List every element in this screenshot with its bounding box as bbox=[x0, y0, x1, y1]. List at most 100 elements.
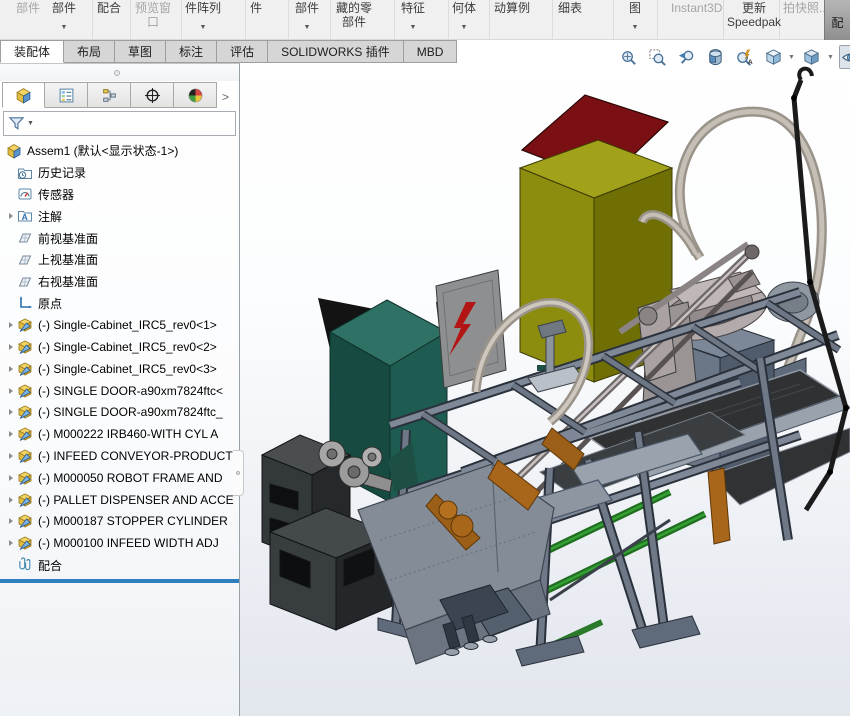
tree-item[interactable]: (-) SINGLE DOOR-a90xm7824ftc_ bbox=[0, 402, 239, 424]
tree-item[interactable]: (-) M000187 STOPPER CYLINDER bbox=[0, 511, 239, 533]
tab-solidworks-addins[interactable]: SOLIDWORKS 插件 bbox=[268, 40, 404, 63]
component-preview-window-button[interactable]: 预览窗口 bbox=[135, 1, 171, 29]
large-assembly-mode-button[interactable]: 配 bbox=[824, 0, 850, 40]
tree-item[interactable]: (-) INFEED CONVEYOR-PRODUCT bbox=[0, 445, 239, 467]
ribbon-group-separator bbox=[245, 0, 246, 39]
expand-arrow-icon[interactable] bbox=[9, 431, 13, 437]
assembly-features-button[interactable]: 特征▼ bbox=[401, 1, 425, 31]
graphics-area[interactable]: A ▼ ▼ bbox=[240, 40, 850, 716]
ribbon-group-separator bbox=[92, 0, 93, 39]
exploded-view-button[interactable]: 图▼ bbox=[629, 1, 641, 31]
tab-configurationmanager[interactable] bbox=[88, 82, 131, 108]
hide-show-items-button[interactable] bbox=[839, 45, 850, 69]
tab-评估[interactable]: 评估 bbox=[217, 40, 268, 63]
smart-fasteners-fragment[interactable]: 件 bbox=[250, 1, 262, 15]
assembly-3d-scene[interactable] bbox=[240, 40, 850, 716]
update-speedpak-button[interactable]: 更新Speedpak bbox=[727, 1, 781, 29]
reference-geometry-button[interactable]: 何体▼ bbox=[452, 1, 476, 31]
component-icon bbox=[17, 492, 33, 508]
panel-splitter-handle[interactable] bbox=[233, 450, 244, 496]
ribbon-group-separator bbox=[613, 0, 614, 39]
tree-item[interactable]: (-) M000222 IRB460-WITH CYL A bbox=[0, 423, 239, 445]
display-style-button[interactable] bbox=[800, 45, 824, 69]
tree-item[interactable]: 前视基准面 bbox=[0, 227, 239, 249]
dropdown-arrow-icon: ▼ bbox=[452, 24, 476, 31]
tab-标注[interactable]: 标注 bbox=[166, 40, 217, 63]
section-view-button[interactable] bbox=[703, 45, 727, 69]
tab-featuremanager[interactable] bbox=[2, 82, 45, 108]
take-snapshot-button[interactable]: 拍快照... bbox=[783, 1, 829, 15]
expand-arrow-icon[interactable] bbox=[9, 540, 13, 546]
tree-item[interactable]: (-) M000050 ROBOT FRAME AND bbox=[0, 467, 239, 489]
tab-装配体[interactable]: 装配体 bbox=[0, 40, 64, 63]
zoom-area-button[interactable] bbox=[645, 45, 669, 69]
ribbon-group-separator bbox=[723, 0, 724, 39]
expand-arrow-icon[interactable] bbox=[9, 322, 13, 328]
expand-arrow-icon[interactable] bbox=[9, 475, 13, 481]
tree-filter-dropdown[interactable]: ▼ bbox=[3, 111, 236, 136]
expand-arrow-icon[interactable] bbox=[9, 344, 13, 350]
tree-root-item[interactable]: Assem1 (默认<显示状态-1>) bbox=[0, 140, 239, 162]
new-motion-study-button[interactable]: 动算例 bbox=[494, 1, 530, 15]
expand-arrow-icon[interactable] bbox=[9, 518, 13, 524]
tree-item[interactable]: (-) Single-Cabinet_IRC5_rev0<3> bbox=[0, 358, 239, 380]
section-view-icon bbox=[706, 48, 725, 67]
tree-item[interactable]: A注解 bbox=[0, 205, 239, 227]
previous-view-button[interactable] bbox=[674, 45, 698, 69]
expand-arrow-icon[interactable] bbox=[9, 366, 13, 372]
dropdown-arrow-icon: ▼ bbox=[401, 24, 425, 31]
dropdown-arrow-icon[interactable]: ▼ bbox=[827, 54, 834, 61]
displaymanager-icon bbox=[187, 87, 204, 104]
tree-item[interactable]: (-) M000100 INFEED WIDTH ADJ bbox=[0, 532, 239, 554]
instant3d-button[interactable]: Instant3D bbox=[671, 1, 722, 15]
tree-item[interactable]: (-) PALLET DISPENSER AND ACCE bbox=[0, 489, 239, 511]
bill-of-materials-button[interactable]: 细表 bbox=[558, 1, 582, 15]
tree-item-label: (-) M000100 INFEED WIDTH ADJ bbox=[38, 536, 219, 550]
expand-arrow-icon[interactable] bbox=[9, 453, 13, 459]
move-component-button[interactable]: 部件▼ bbox=[295, 1, 319, 31]
propertymanager-icon bbox=[58, 87, 75, 104]
expand-arrow-icon[interactable] bbox=[9, 388, 13, 394]
tab-布局[interactable]: 布局 bbox=[64, 40, 115, 63]
tab-displaymanager[interactable] bbox=[174, 82, 217, 108]
tree-item[interactable]: (-) Single-Cabinet_IRC5_rev0<1> bbox=[0, 314, 239, 336]
zoom-fit-button[interactable] bbox=[616, 45, 640, 69]
tree-item[interactable]: 原点 bbox=[0, 293, 239, 315]
tree-item[interactable]: (-) Single-Cabinet_IRC5_rev0<2> bbox=[0, 336, 239, 358]
ribbon-group-separator bbox=[181, 0, 182, 39]
tree-item[interactable]: 配合 bbox=[0, 554, 239, 576]
feature-tree: Assem1 (默认<显示状态-1>)历史记录传感器A注解前视基准面上视基准面右… bbox=[0, 136, 239, 576]
hidden-components-fragment[interactable]: 部件 bbox=[16, 1, 40, 15]
component-icon bbox=[17, 513, 33, 529]
tree-item[interactable]: 上视基准面 bbox=[0, 249, 239, 271]
view-orientation-button[interactable] bbox=[761, 45, 785, 69]
show-hidden-components-button[interactable]: 藏的零部件 bbox=[336, 1, 372, 29]
edit-component-button[interactable]: 部件▼ bbox=[52, 1, 76, 31]
tab-dimxpertmanager[interactable] bbox=[131, 82, 174, 108]
rollback-bar[interactable] bbox=[0, 579, 239, 583]
tree-item[interactable]: (-) SINGLE DOOR-a90xm7824ftc< bbox=[0, 380, 239, 402]
tree-item-label: 注解 bbox=[38, 208, 62, 225]
tab-MBD[interactable]: MBD bbox=[404, 40, 458, 63]
tree-item[interactable]: 历史记录 bbox=[0, 162, 239, 184]
tab-草图[interactable]: 草图 bbox=[115, 40, 166, 63]
zoom-area-icon bbox=[648, 48, 667, 67]
dropdown-arrow-icon[interactable]: ▼ bbox=[788, 54, 795, 61]
panel-splitter-horizontal[interactable] bbox=[0, 64, 239, 81]
expand-arrow-icon[interactable] bbox=[9, 409, 13, 415]
manager-tabs-overflow-button[interactable]: > bbox=[217, 90, 237, 108]
view-settings-button[interactable]: A bbox=[732, 45, 756, 69]
ribbon-toolbar: 部件部件▼配合预览窗口件阵列▼件部件▼藏的零部件特征▼何体▼动算例细表图▼Ins… bbox=[0, 0, 850, 40]
expand-arrow-icon[interactable] bbox=[9, 497, 13, 503]
tree-item[interactable]: 传感器 bbox=[0, 184, 239, 206]
tab-propertymanager[interactable] bbox=[45, 82, 88, 108]
tree-item[interactable]: 右视基准面 bbox=[0, 271, 239, 293]
expand-arrow-icon[interactable] bbox=[9, 213, 13, 219]
component-icon bbox=[17, 535, 33, 551]
component-icon bbox=[17, 339, 33, 355]
svg-text:A: A bbox=[747, 59, 752, 66]
component-pattern-button[interactable]: 件阵列▼ bbox=[185, 1, 221, 31]
plane-icon bbox=[17, 252, 33, 268]
mate-button[interactable]: 配合 bbox=[97, 1, 121, 15]
tree-item-label: (-) PALLET DISPENSER AND ACCE bbox=[38, 493, 234, 507]
